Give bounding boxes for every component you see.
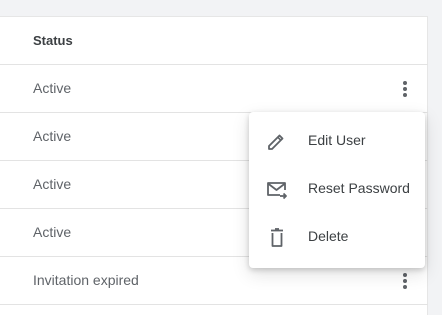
row-actions-button[interactable]: [396, 79, 414, 99]
table-header-row: Status: [0, 17, 428, 65]
menu-item-label: Reset Password: [308, 180, 410, 196]
status-cell: Active: [33, 80, 72, 96]
more-vert-icon: [403, 273, 407, 289]
table-row: Active: [0, 65, 428, 113]
menu-item-label: Delete: [308, 228, 349, 244]
menu-item-edit-user[interactable]: Edit User: [249, 118, 425, 166]
menu-item-label: Edit User: [308, 132, 366, 148]
trash-icon: [265, 227, 289, 249]
more-vert-icon: [403, 81, 407, 97]
pencil-icon: [265, 131, 289, 153]
menu-item-reset-password[interactable]: Reset Password: [249, 166, 425, 214]
status-cell: Active: [33, 176, 72, 192]
status-cell: Active: [33, 224, 72, 240]
status-cell: Invitation expired: [33, 272, 139, 288]
row-actions-menu: Edit User Reset Password Delete: [249, 112, 425, 268]
mail-forward-icon: [265, 179, 289, 201]
row-actions-button[interactable]: [396, 271, 414, 291]
menu-item-delete[interactable]: Delete: [249, 214, 425, 262]
column-header-status[interactable]: Status: [33, 17, 73, 64]
status-cell: Active: [33, 128, 72, 144]
